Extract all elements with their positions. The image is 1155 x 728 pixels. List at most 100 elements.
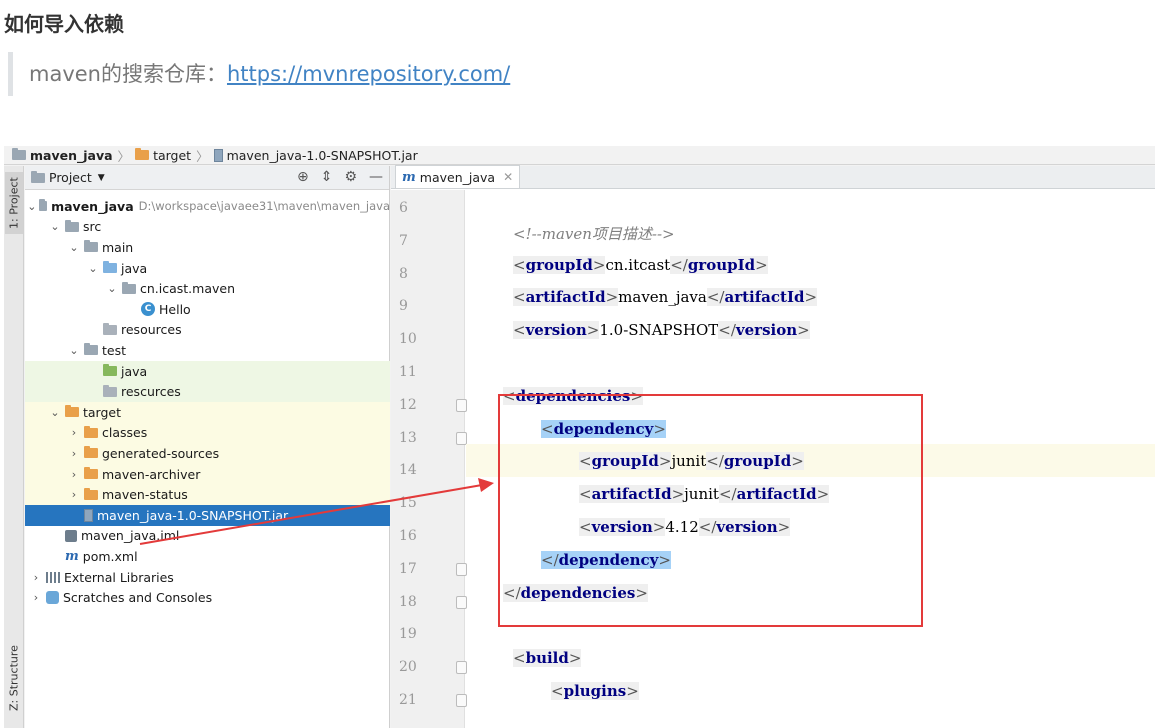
- code-line: <!--maven项目描述-->: [513, 223, 675, 244]
- fold-marker-icon[interactable]: [456, 661, 467, 675]
- chevron-down-icon[interactable]: ⌄: [27, 200, 36, 213]
- chevron-right-icon[interactable]: ›: [29, 571, 43, 584]
- module-folder-icon: [12, 148, 26, 160]
- line-number: 7: [399, 232, 408, 249]
- tree-label: maven-status: [102, 487, 188, 503]
- chevron-right-icon[interactable]: ›: [67, 488, 81, 501]
- line-number: 9: [399, 298, 408, 315]
- chevron-down-icon[interactable]: ▼: [98, 173, 105, 183]
- hide-icon[interactable]: —: [369, 169, 383, 185]
- tag-bracket: </: [718, 321, 736, 340]
- line-number: 16: [399, 528, 417, 544]
- project-view-icon: [31, 170, 45, 183]
- code-line: <plugins>: [551, 682, 639, 700]
- tree-row[interactable]: m pom.xml: [25, 546, 390, 567]
- line-number: 17: [399, 560, 417, 577]
- tag-bracket: >: [755, 255, 768, 274]
- libraries-icon: [46, 571, 60, 583]
- chevron-right-icon[interactable]: ›: [67, 426, 81, 439]
- chevron-down-icon[interactable]: ⌄: [67, 241, 81, 254]
- line-number: 20: [399, 659, 417, 676]
- tree-row[interactable]: ⌄ target: [25, 402, 390, 423]
- project-view-dropdown[interactable]: Project: [49, 170, 92, 185]
- tag-name: version: [735, 321, 798, 340]
- tag-value: maven_java: [618, 288, 707, 307]
- chevron-right-icon[interactable]: ›: [67, 468, 81, 481]
- tree-row[interactable]: rescurces: [25, 381, 390, 402]
- tag-bracket: </: [670, 255, 688, 274]
- mvnrepository-link[interactable]: https://mvnrepository.com/: [227, 62, 510, 86]
- editor-tab-label: maven_java: [419, 169, 496, 185]
- test-resources-folder-icon: [103, 384, 117, 397]
- tag-bracket: >: [568, 649, 582, 668]
- source-folder-icon: [103, 261, 117, 274]
- code-line: <build>: [513, 649, 582, 668]
- fold-marker-icon[interactable]: [456, 694, 467, 707]
- project-tool-tab[interactable]: 1: Project: [5, 172, 23, 234]
- tree-row[interactable]: java: [25, 360, 390, 382]
- breadcrumb-item-module[interactable]: maven_java: [12, 148, 113, 163]
- tree-row[interactable]: C Hello: [25, 299, 390, 320]
- tag-name: plugins: [563, 682, 627, 700]
- tree-row[interactable]: ⌄ cn.icast.maven: [25, 278, 390, 299]
- fold-marker-icon[interactable]: [456, 562, 467, 576]
- xml-tag: <plugins>: [551, 682, 639, 700]
- iml-icon: [65, 529, 77, 542]
- xml-tag: <build>: [513, 649, 582, 668]
- locate-icon[interactable]: ⊕: [297, 169, 309, 185]
- breadcrumb-item-target[interactable]: target: [135, 148, 191, 163]
- chevron-right-icon[interactable]: ›: [29, 591, 43, 604]
- tree-row[interactable]: maven_java-1.0-SNAPSHOT.jar: [25, 505, 390, 526]
- tag-name: artifactId: [525, 288, 606, 307]
- excluded-folder-icon: [84, 467, 98, 480]
- fold-marker-icon[interactable]: [456, 595, 467, 609]
- xml-tag: </artifactId>: [706, 288, 818, 307]
- chevron-down-icon[interactable]: ⌄: [48, 406, 62, 419]
- tree-label: java: [121, 260, 148, 276]
- tree-label: Hello: [159, 301, 191, 317]
- tag-bracket: <: [551, 682, 564, 700]
- chevron-down-icon[interactable]: ⌄: [86, 262, 100, 275]
- editor: m maven_java ✕ 6 7 8 9 10 11 12 13 14 15 16 17 18 19 2…: [391, 165, 1155, 728]
- tree-row[interactable]: ⌄ test: [25, 340, 390, 361]
- chevron-down-icon[interactable]: ⌄: [105, 282, 119, 295]
- editor-tab-pom[interactable]: m maven_java ✕: [395, 165, 521, 188]
- tree-row[interactable]: ⌄ main: [25, 237, 390, 258]
- tag-bracket: >: [804, 288, 818, 307]
- line-number: 8: [399, 265, 408, 282]
- chevron-right-icon[interactable]: ›: [67, 447, 81, 460]
- fold-marker-icon[interactable]: [456, 398, 467, 412]
- structure-tool-tab[interactable]: Z: Structure: [5, 636, 23, 720]
- module-folder-icon: [39, 199, 48, 212]
- scratches-icon: [46, 591, 59, 605]
- tree-row[interactable]: › maven-archiver: [25, 463, 390, 485]
- breadcrumb-separator: 〉: [196, 148, 209, 164]
- tree-row[interactable]: › External Libraries: [25, 567, 390, 588]
- tree-row[interactable]: resources: [25, 320, 390, 341]
- fold-marker-icon[interactable]: [456, 431, 467, 445]
- tree-row[interactable]: maven_java.iml: [25, 526, 390, 547]
- close-icon[interactable]: ✕: [503, 170, 513, 184]
- tree-row[interactable]: › classes: [25, 422, 390, 444]
- code-line: <groupId>cn.itcast</groupId>: [513, 255, 768, 274]
- collapse-all-icon[interactable]: ⇕: [321, 169, 333, 185]
- line-number: 12: [399, 396, 417, 413]
- xml-tag: <groupId>: [513, 255, 606, 274]
- gear-icon[interactable]: ⚙: [344, 169, 357, 185]
- package-icon: [122, 281, 136, 294]
- tree-row[interactable]: › maven-status: [25, 484, 390, 505]
- tree-row[interactable]: ⌄ maven_java D:\workspace\javaee31\maven\m…: [25, 196, 390, 217]
- chevron-down-icon[interactable]: ⌄: [48, 220, 62, 233]
- breadcrumb-item-jar[interactable]: maven_java-1.0-SNAPSHOT.jar: [213, 148, 418, 163]
- tree-row[interactable]: › Scratches and Consoles: [25, 587, 390, 608]
- tree-row[interactable]: ⌄ src: [25, 217, 390, 238]
- tree-row[interactable]: ⌄ java: [25, 258, 390, 279]
- chevron-down-icon[interactable]: ⌄: [67, 344, 81, 357]
- tag-bracket: <: [513, 321, 526, 340]
- tag-name: groupId: [687, 255, 756, 274]
- excluded-folder-icon: [84, 487, 98, 500]
- annotation-box: [498, 394, 923, 627]
- tag-name: groupId: [525, 255, 593, 274]
- tree-row[interactable]: › generated-sources: [25, 443, 390, 464]
- code-line: <artifactId>maven_java</artifactId>: [513, 288, 818, 307]
